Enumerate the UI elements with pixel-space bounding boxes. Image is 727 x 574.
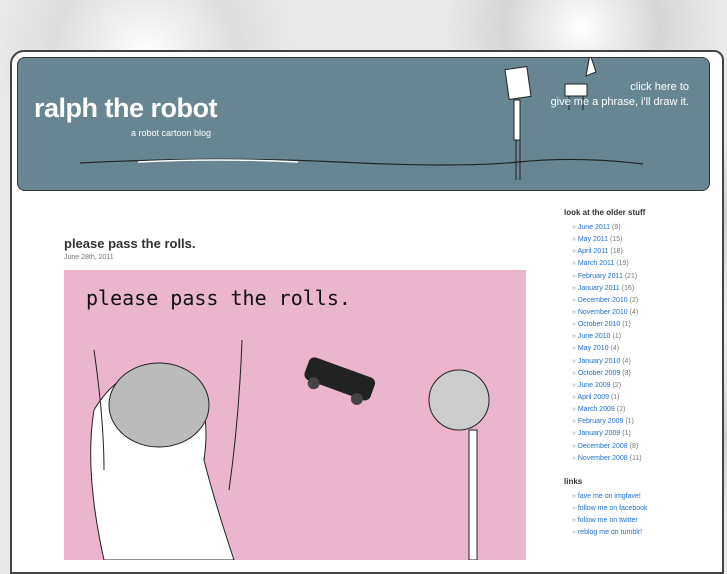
external-link[interactable]: follow me on facebook — [578, 505, 648, 512]
archive-link[interactable]: February 2011 — [578, 273, 623, 280]
external-link[interactable]: reblog me on tumblr! — [578, 529, 642, 536]
archive-count: (1) — [612, 333, 622, 341]
archive-link[interactable]: December 2008 — [578, 443, 628, 450]
archive-item: December 2010 (2) — [572, 295, 694, 307]
archive-item: December 2008 (8) — [572, 441, 694, 453]
archive-item: March 2009 (2) — [572, 404, 694, 416]
archive-item: May 2010 (4) — [572, 343, 694, 355]
archive-count: (2) — [616, 406, 626, 414]
external-link[interactable]: follow me on twitter — [578, 517, 638, 524]
archive-link[interactable]: October 2010 — [578, 321, 620, 328]
archive-count: (1) — [622, 430, 631, 438]
archive-link[interactable]: November 2008 — [578, 455, 628, 462]
archive-count: (9) — [611, 224, 621, 231]
archive-count: (1) — [610, 393, 620, 401]
link-item: reblog me on tumblr! — [572, 527, 694, 539]
sidebar: look at the older stuff June 2011 (9)May… — [564, 208, 694, 551]
archive-count: (19) — [616, 260, 629, 268]
archive-count: (4) — [629, 308, 639, 316]
archive-item: April 2009 (1) — [572, 392, 694, 404]
robot-header-illustration — [79, 58, 644, 180]
archive-count: (2) — [612, 381, 622, 389]
archive-count: (11) — [629, 454, 642, 462]
archive-link[interactable]: January 2010 — [578, 358, 620, 365]
cta-line-1: click here to — [630, 81, 689, 93]
archive-link[interactable]: October 2009 — [578, 370, 620, 377]
blog-tagline: a robot cartoon blog — [131, 128, 212, 138]
links-list: fave me on imgfave! follow me on facebook… — [564, 491, 694, 540]
archive-link[interactable]: March 2009 — [578, 406, 615, 413]
blog-header: ralph the robot a robot cartoon blog cli… — [17, 57, 710, 191]
archive-item: June 2010 (1) — [572, 331, 694, 343]
archive-list: June 2011 (9)May 2011 (15)April 2011 (18… — [564, 222, 694, 465]
phrase-request-link[interactable]: click here to give me a phrase, i'll dra… — [551, 80, 689, 110]
archive-count: (4) — [610, 345, 620, 353]
archive-item: February 2011 (21) — [572, 271, 694, 283]
comic-drawing — [90, 339, 490, 560]
archive-count: (8) — [629, 442, 639, 450]
archive-item: October 2010 (1) — [572, 319, 694, 331]
archive-item: January 2011 (16) — [572, 283, 694, 295]
post-title[interactable]: please pass the rolls. — [64, 236, 196, 251]
link-item: fave me on imgfave! — [572, 491, 694, 503]
archive-link[interactable]: May 2011 — [578, 236, 608, 243]
archive-item: October 2009 (3) — [572, 368, 694, 380]
archive-link[interactable]: April 2011 — [577, 248, 608, 255]
archive-heading: look at the older stuff — [564, 208, 646, 217]
archive-item: April 2011 (18) — [572, 246, 694, 258]
archive-link[interactable]: April 2009 — [577, 394, 609, 401]
archive-item: January 2010 (4) — [572, 356, 694, 368]
archive-item: November 2008 (11) — [572, 453, 694, 465]
archive-count: (2) — [629, 296, 639, 304]
links-heading: links — [564, 476, 583, 486]
archive-link[interactable]: June 2009 — [578, 382, 611, 389]
archive-item: January 2009 (1) — [572, 428, 694, 440]
archive-count: (15) — [610, 236, 623, 244]
archive-link[interactable]: May 2010 — [578, 345, 609, 352]
archive-item: May 2011 (15) — [572, 234, 694, 246]
archive-count: (3) — [622, 369, 631, 377]
archive-item: March 2011 (19) — [572, 258, 694, 270]
archive-count: (21) — [624, 272, 638, 280]
archive-count: (18) — [610, 248, 623, 256]
post-date: June 28th, 2011 — [64, 254, 114, 261]
archive-count: (16) — [621, 284, 635, 292]
link-item: follow me on facebook — [572, 503, 694, 515]
archive-item: February 2009 (1) — [572, 416, 694, 428]
archive-count: (1) — [622, 321, 631, 329]
archive-link[interactable]: January 2009 — [578, 430, 620, 437]
archive-link[interactable]: March 2011 — [578, 260, 614, 267]
archive-item: November 2010 (4) — [572, 307, 694, 319]
archive-link[interactable]: December 2010 — [578, 297, 628, 304]
archive-link[interactable]: June 2010 — [578, 333, 611, 340]
blog-title[interactable]: ralph the robot — [34, 93, 218, 124]
comic-image: please pass the rolls. — [64, 270, 526, 560]
archive-count: (4) — [622, 357, 631, 365]
archive-item: June 2009 (2) — [572, 380, 694, 392]
link-item: follow me on twitter — [572, 515, 694, 527]
external-link[interactable]: fave me on imgfave! — [578, 493, 641, 500]
archive-count: (1) — [625, 418, 634, 426]
archive-item: June 2011 (9) — [572, 222, 694, 234]
archive-link[interactable]: November 2010 — [578, 309, 628, 316]
archive-link[interactable]: June 2011 — [578, 224, 610, 231]
archive-link[interactable]: February 2009 — [578, 418, 624, 425]
archive-link[interactable]: January 2011 — [578, 285, 620, 292]
cta-line-2: give me a phrase, i'll draw it. — [550, 96, 689, 108]
